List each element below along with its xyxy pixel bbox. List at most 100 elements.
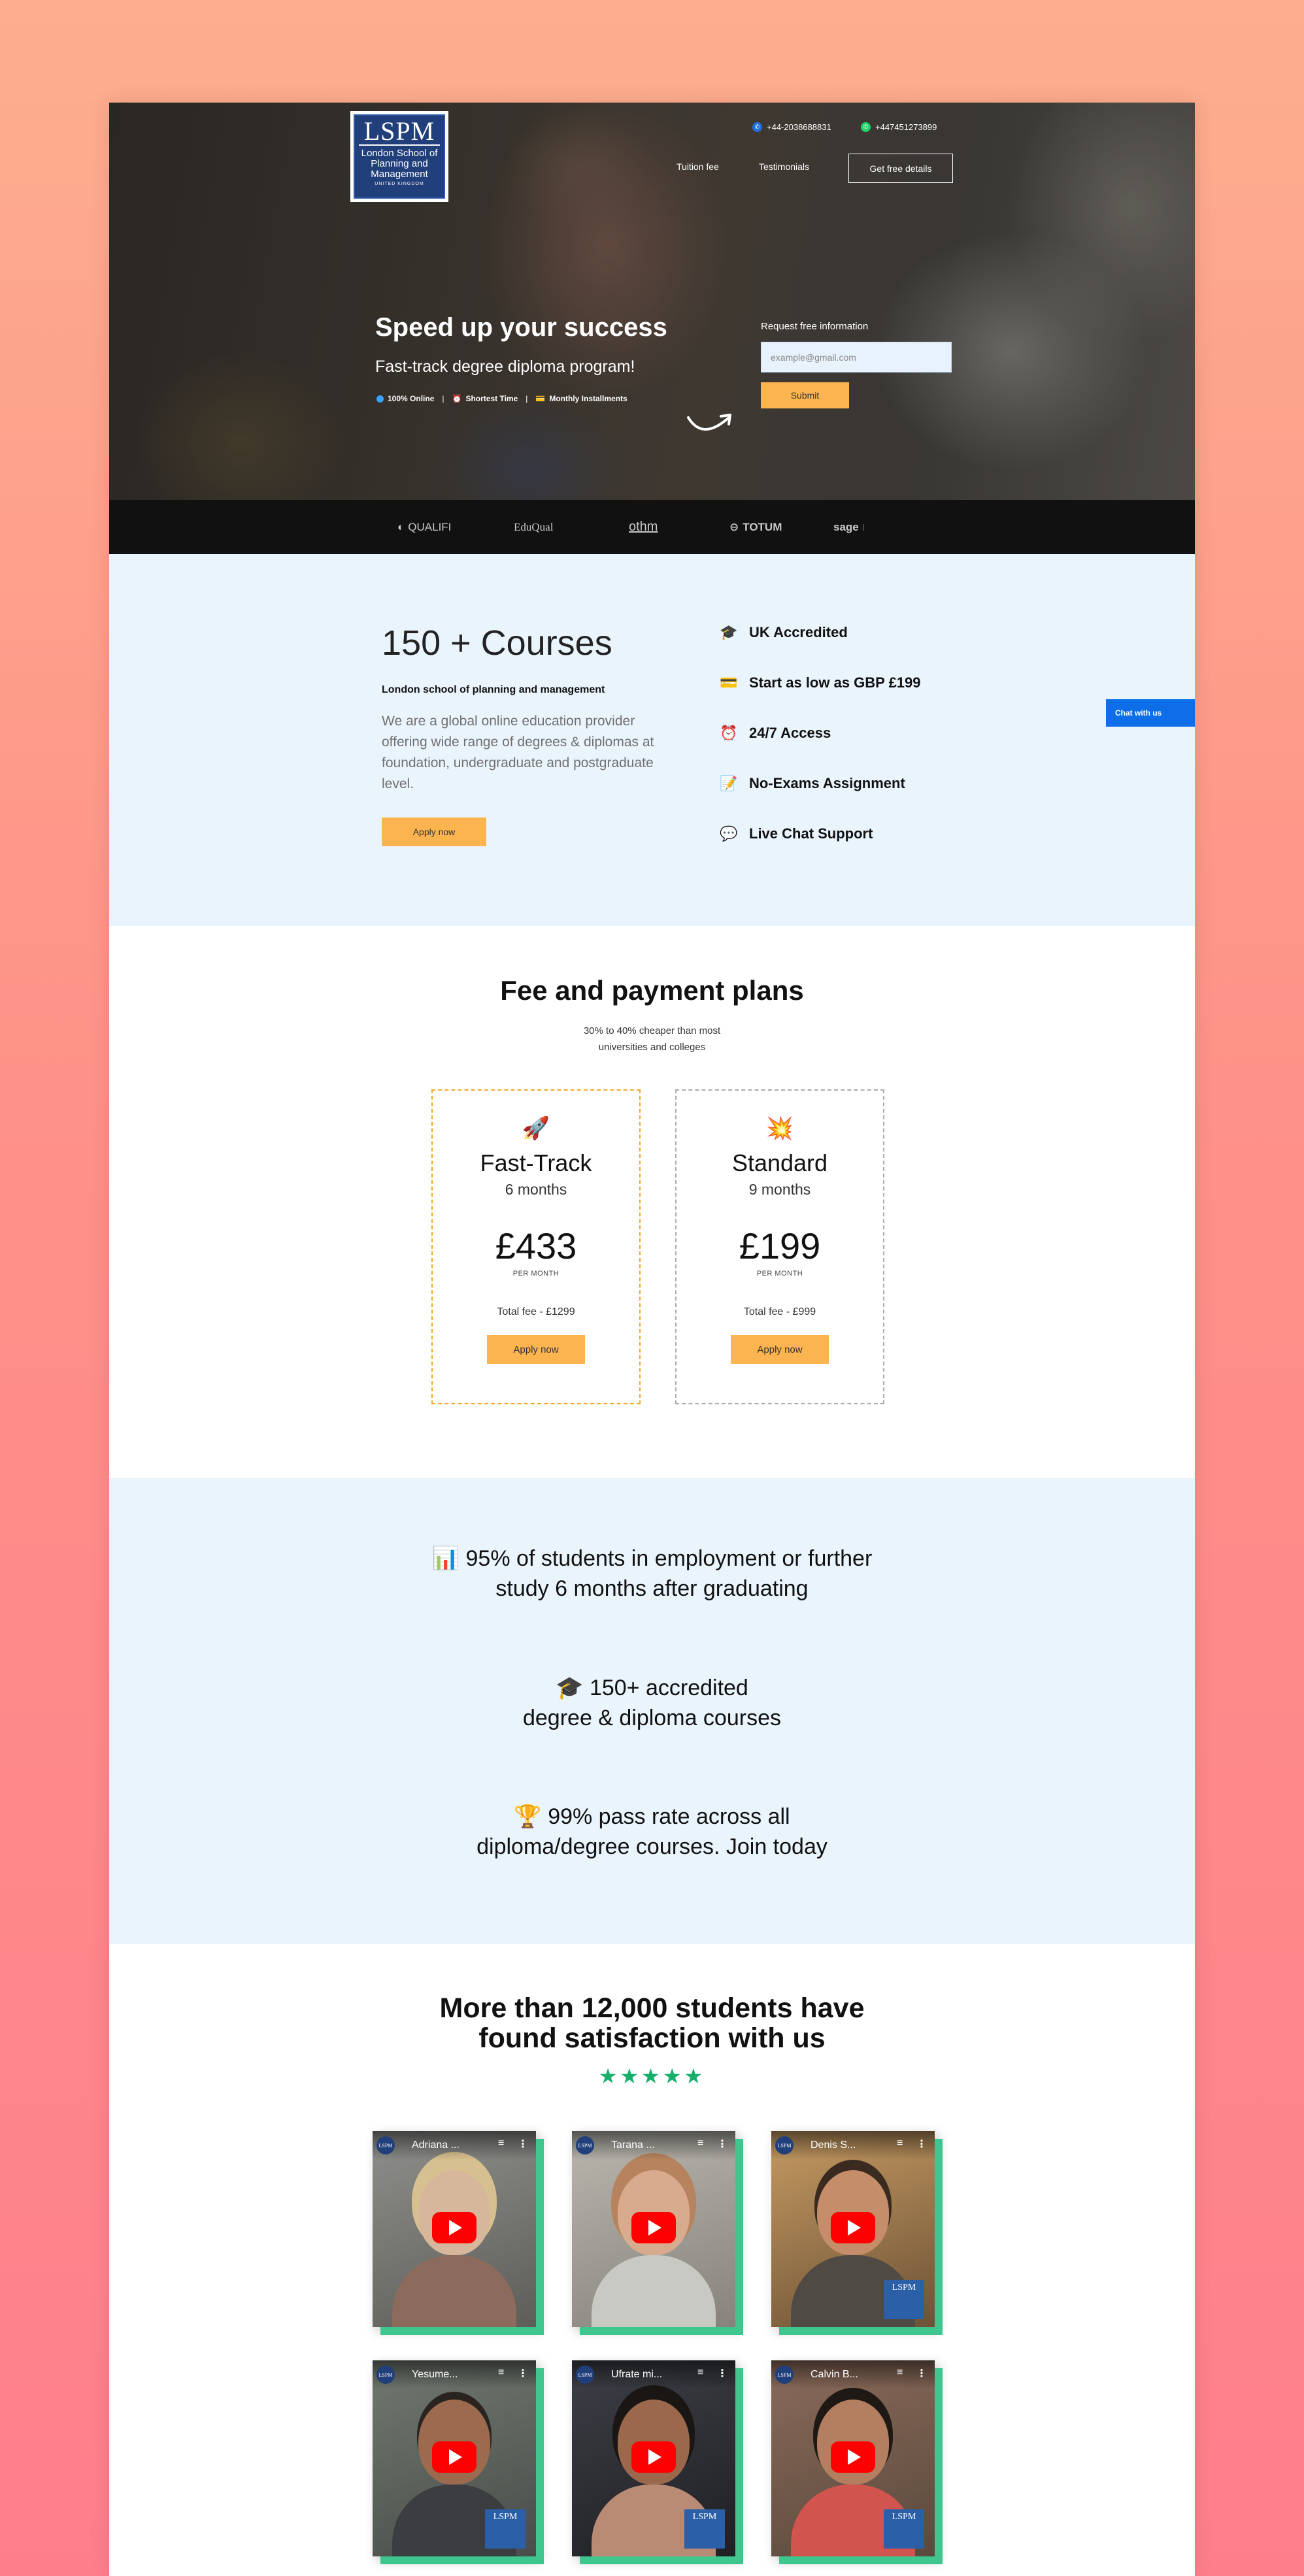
playlist-icon[interactable]: ≡ <box>897 2367 903 2379</box>
lspm-watermark: LSPM <box>684 2509 725 2549</box>
plan-card-fast-track: 🚀 Fast-Track 6 months £433 PER MONTH Tot… <box>431 1089 641 1404</box>
playlist-icon[interactable]: ≡ <box>498 2367 504 2379</box>
partner-sage: sage <box>833 521 895 534</box>
hero-subheadline: Fast-track degree diploma program! <box>375 357 635 376</box>
channel-avatar: LSPM <box>376 2136 395 2155</box>
submit-button[interactable]: Submit <box>761 382 849 408</box>
plan-price-period: PER MONTH <box>756 1270 803 1278</box>
plan-price: £199 <box>739 1225 821 1266</box>
alarm-clock-icon: ⏰ <box>720 725 738 741</box>
video-title: Denis S... <box>811 2139 856 2151</box>
logo-mark: LSPM <box>359 118 440 146</box>
stat-employment: 📊 95% of students in employment or furth… <box>431 1546 873 1601</box>
play-button-icon[interactable] <box>631 2441 676 2473</box>
channel-avatar: LSPM <box>376 2366 395 2384</box>
get-free-details-button[interactable]: Get free details <box>848 154 953 183</box>
hero-section: LSPM London School of Planning and Manag… <box>109 103 1195 500</box>
phone-link[interactable]: ✆ +44-2038688831 <box>752 122 831 132</box>
channel-avatar: LSPM <box>775 2366 794 2384</box>
stats-section: 📊 95% of students in employment or furth… <box>109 1478 1195 1944</box>
more-options-icon[interactable]: ⋮ <box>717 2138 727 2151</box>
phone-number: +44-2038688831 <box>767 122 831 132</box>
playlist-icon[interactable]: ≡ <box>498 2138 504 2149</box>
perk-no-exams: 📝 No-Exams Assignment <box>720 775 905 791</box>
plan-card-standard: 💥 Standard 9 months £199 PER MONTH Total… <box>675 1089 884 1404</box>
partner-othm: othm <box>629 520 658 534</box>
courses-title: 150 + Courses <box>382 623 612 663</box>
lspm-watermark: LSPM <box>884 2509 924 2549</box>
logo-subtext: UNITED KINGDOM <box>375 182 424 186</box>
perk-access: ⏰ 24/7 Access <box>720 725 831 741</box>
testimonials-section: More than 12,000 students have found sat… <box>109 1944 1195 2576</box>
plan-duration: 9 months <box>748 1181 811 1198</box>
play-button-icon[interactable] <box>631 2212 676 2243</box>
channel-avatar: LSPM <box>775 2136 794 2155</box>
playlist-icon[interactable]: ≡ <box>697 2367 703 2379</box>
fees-subtitle: 30% to 40% cheaper than most universitie… <box>583 1025 721 1053</box>
video-title: Tarana ... <box>611 2139 655 2151</box>
video-testimonial-5[interactable]: LSPM Ufrate mi... ≡ ⋮ LSPM <box>572 2360 735 2556</box>
video-title: Ufrate mi... <box>611 2369 663 2380</box>
landing-page: LSPM London School of Planning and Manag… <box>109 103 1195 2576</box>
video-title: Yesume... <box>412 2369 458 2380</box>
request-info-label: Request free information <box>761 321 869 332</box>
rating-stars-icon: ★★★★★ <box>598 2064 706 2088</box>
courses-apply-button[interactable]: Apply now <box>382 817 486 846</box>
more-options-icon[interactable]: ⋮ <box>518 2138 528 2151</box>
nav-testimonials[interactable]: Testimonials <box>759 161 809 172</box>
curved-arrow-icon <box>687 414 731 431</box>
graduation-cap-icon: 🎓 <box>556 1676 584 1700</box>
partner-qualifi: ◐ QUALIFI <box>397 520 452 533</box>
hero-features: 100% Online | ⏰ Shortest Time | 💳 Monthl… <box>376 394 627 403</box>
lspm-watermark: LSPM <box>884 2280 924 2319</box>
perk-live-chat: 💬 Live Chat Support <box>720 825 873 842</box>
phone-icon: ✆ <box>752 122 762 132</box>
video-testimonial-6[interactable]: LSPM Calvin B... ≡ ⋮ LSPM <box>771 2360 935 2556</box>
bar-chart-icon: 📊 <box>431 1546 460 1571</box>
feature-installments: Monthly Installments <box>549 394 627 403</box>
video-testimonial-4[interactable]: LSPM Yesume... ≡ ⋮ LSPM <box>373 2360 536 2556</box>
email-input[interactable] <box>761 342 952 372</box>
whatsapp-number: +447451273899 <box>875 122 937 132</box>
chat-with-us-button[interactable]: Chat with us <box>1106 699 1195 727</box>
testimonials-title: More than 12,000 students have found sat… <box>439 1992 865 2054</box>
video-testimonial-1[interactable]: LSPM Adriana ... ≡ ⋮ <box>373 2131 536 2327</box>
channel-avatar: LSPM <box>576 2366 594 2384</box>
plan-apply-button[interactable]: Apply now <box>731 1335 829 1364</box>
more-options-icon[interactable]: ⋮ <box>717 2367 727 2380</box>
courses-description: We are a global online education provide… <box>382 714 654 791</box>
play-button-icon[interactable] <box>831 2212 875 2243</box>
playlist-icon[interactable]: ≡ <box>897 2138 903 2149</box>
stat-courses: 🎓 150+ accredited degree & diploma cours… <box>522 1676 781 1730</box>
credit-card-icon: 💳 <box>535 394 546 403</box>
more-options-icon[interactable]: ⋮ <box>916 2367 927 2380</box>
graduation-cap-icon: 🎓 <box>720 624 738 640</box>
whatsapp-link[interactable]: ✆ +447451273899 <box>861 122 937 132</box>
perk-price: 💳 Start as low as GBP £199 <box>720 674 921 691</box>
notepad-icon: 📝 <box>720 775 738 791</box>
play-button-icon[interactable] <box>432 2212 476 2243</box>
more-options-icon[interactable]: ⋮ <box>518 2367 528 2380</box>
rocket-icon: 🚀 <box>522 1116 550 1141</box>
play-button-icon[interactable] <box>432 2441 476 2473</box>
whatsapp-icon: ✆ <box>861 122 871 132</box>
credit-card-icon: 💳 <box>720 674 738 691</box>
plan-duration: 6 months <box>505 1181 567 1198</box>
online-dot-icon <box>376 395 384 403</box>
partner-logos-bar: ◐ QUALIFI EduQual othm ⊖ TOTUM sage <box>109 500 1195 554</box>
play-button-icon[interactable] <box>831 2441 875 2473</box>
plan-total-fee: Total fee - £999 <box>743 1306 816 1317</box>
video-testimonial-3[interactable]: LSPM Denis S... ≡ ⋮ LSPM <box>771 2131 935 2327</box>
plan-name: Fast-Track <box>480 1149 592 1176</box>
channel-avatar: LSPM <box>576 2136 594 2155</box>
plan-name: Standard <box>731 1149 828 1176</box>
more-options-icon[interactable]: ⋮ <box>916 2138 927 2151</box>
nav-tuition-fee[interactable]: Tuition fee <box>677 161 719 172</box>
video-testimonial-2[interactable]: LSPM Tarana ... ≡ ⋮ <box>572 2131 735 2327</box>
lspm-logo[interactable]: LSPM London School of Planning and Manag… <box>350 111 448 202</box>
fees-section: Fee and payment plans 30% to 40% cheaper… <box>109 926 1195 1478</box>
partner-eduqual: EduQual <box>514 520 554 533</box>
totum-icon: ⊖ <box>729 520 739 533</box>
playlist-icon[interactable]: ≡ <box>697 2138 703 2149</box>
plan-apply-button[interactable]: Apply now <box>487 1335 585 1364</box>
